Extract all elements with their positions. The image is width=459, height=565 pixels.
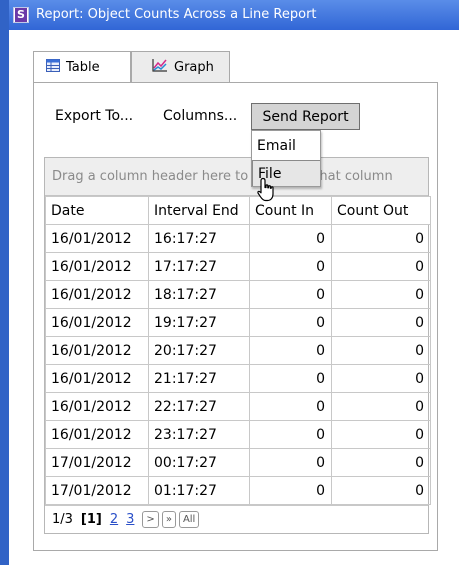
cell-interval-end: 18:17:27 (148, 280, 250, 309)
cell-date: 16/01/2012 (45, 252, 149, 281)
page-link-2[interactable]: 2 (110, 512, 118, 527)
cell-date: 16/01/2012 (45, 224, 149, 253)
window-left-border (0, 0, 9, 565)
send-report-button[interactable]: Send Report (251, 103, 360, 130)
cell-date: 16/01/2012 (45, 308, 149, 337)
cell-interval-end: 00:17:27 (148, 448, 250, 477)
page-info: 1/3 (52, 512, 73, 527)
cell-count-in: 0 (249, 252, 332, 281)
table-row[interactable]: 16/01/2012 20:17:27 0 0 (45, 336, 431, 365)
cell-count-in: 0 (249, 420, 332, 449)
table-row[interactable]: 17/01/2012 01:17:27 0 0 (45, 476, 431, 505)
cell-date: 17/01/2012 (45, 448, 149, 477)
export-to-button[interactable]: Export To... (55, 103, 133, 129)
table-row[interactable]: 16/01/2012 22:17:27 0 0 (45, 392, 431, 421)
cell-interval-end: 23:17:27 (148, 420, 250, 449)
cell-interval-end: 19:17:27 (148, 308, 250, 337)
group-by-drop-area[interactable]: Drag a column header here to group by th… (45, 158, 428, 196)
cell-interval-end: 16:17:27 (148, 224, 250, 253)
report-grid: Drag a column header here to group by th… (44, 157, 431, 534)
cell-count-out: 0 (331, 224, 431, 253)
pager: 1/3 [1] 2 3 > » All (45, 505, 428, 533)
cell-date: 16/01/2012 (45, 420, 149, 449)
cell-date: 17/01/2012 (45, 476, 149, 505)
cell-count-in: 0 (249, 448, 332, 477)
graph-icon (152, 58, 168, 76)
table-row[interactable]: 16/01/2012 19:17:27 0 0 (45, 308, 431, 337)
cell-date: 16/01/2012 (45, 280, 149, 309)
cell-interval-end: 01:17:27 (148, 476, 250, 505)
table-icon (46, 59, 60, 76)
table-row[interactable]: 16/01/2012 23:17:27 0 0 (45, 420, 431, 449)
cell-count-out: 0 (331, 336, 431, 365)
columns-button[interactable]: Columns... (163, 103, 237, 129)
cell-count-in: 0 (249, 392, 332, 421)
cell-count-out: 0 (331, 252, 431, 281)
table-row[interactable]: 17/01/2012 00:17:27 0 0 (45, 448, 431, 477)
column-header-count-out[interactable]: Count Out (331, 196, 431, 225)
cell-count-in: 0 (249, 308, 332, 337)
current-page: [1] (80, 512, 102, 527)
cell-count-out: 0 (331, 364, 431, 393)
cell-date: 16/01/2012 (45, 336, 149, 365)
cell-count-out: 0 (331, 420, 431, 449)
show-all-button[interactable]: All (178, 511, 200, 528)
tab-graph-label: Graph (174, 59, 214, 75)
cell-date: 16/01/2012 (45, 392, 149, 421)
hand-pointer-icon (256, 177, 278, 207)
table-row[interactable]: 16/01/2012 17:17:27 0 0 (45, 252, 431, 281)
cell-count-in: 0 (249, 224, 332, 253)
table-row[interactable]: 16/01/2012 21:17:27 0 0 (45, 364, 431, 393)
tab-graph[interactable]: Graph (131, 51, 230, 82)
title-bar: S Report: Object Counts Across a Line Re… (9, 0, 459, 30)
cell-interval-end: 21:17:27 (148, 364, 250, 393)
tab-table[interactable]: Table (33, 51, 131, 83)
table-row[interactable]: 16/01/2012 16:17:27 0 0 (45, 224, 431, 253)
cell-date: 16/01/2012 (45, 364, 149, 393)
page-link-3[interactable]: 3 (126, 512, 134, 527)
s-app-icon: S (13, 7, 29, 23)
report-table: Date Interval End Count In Count Out 16/… (45, 196, 431, 505)
window-title: Report: Object Counts Across a Line Repo… (36, 7, 317, 22)
cell-count-out: 0 (331, 476, 431, 505)
header-row: Date Interval End Count In Count Out (45, 196, 431, 225)
menu-item-email[interactable]: Email (252, 133, 320, 159)
cell-count-out: 0 (331, 308, 431, 337)
cell-count-in: 0 (249, 364, 332, 393)
cell-interval-end: 20:17:27 (148, 336, 250, 365)
cell-count-in: 0 (249, 476, 332, 505)
last-page-button[interactable]: » (161, 511, 176, 528)
cell-count-out: 0 (331, 280, 431, 309)
cell-count-in: 0 (249, 280, 332, 309)
tab-table-label: Table (66, 60, 100, 75)
table-row[interactable]: 16/01/2012 18:17:27 0 0 (45, 280, 431, 309)
column-header-date[interactable]: Date (45, 196, 149, 225)
cell-count-in: 0 (249, 336, 332, 365)
column-header-interval-end[interactable]: Interval End (148, 196, 250, 225)
cell-interval-end: 22:17:27 (148, 392, 250, 421)
cell-count-out: 0 (331, 392, 431, 421)
cell-count-out: 0 (331, 448, 431, 477)
cell-interval-end: 17:17:27 (148, 252, 250, 281)
table-body: 16/01/2012 16:17:27 0 0 16/01/2012 17:17… (45, 224, 431, 505)
next-page-button[interactable]: > (142, 511, 159, 528)
